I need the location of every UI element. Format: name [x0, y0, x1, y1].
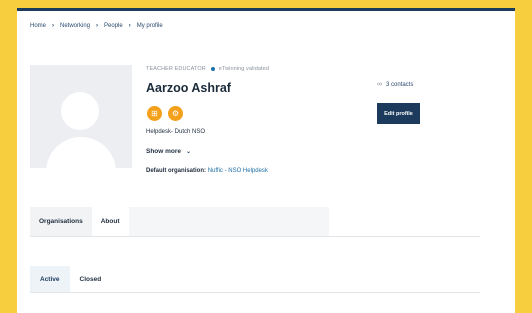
breadcrumb: Home › Networking › People › My profile: [30, 23, 163, 29]
breadcrumb-people[interactable]: People: [104, 23, 123, 29]
profile-page: Home › Networking › People › My profile …: [17, 8, 515, 313]
default-organisation: Default organisation: Nuffic - NSO Helpd…: [146, 168, 268, 174]
tab-closed[interactable]: Closed: [70, 266, 112, 292]
chevron-down-icon: ⌄: [186, 149, 192, 155]
badges: ⊞ ⚙: [147, 106, 189, 121]
book-icon[interactable]: ⊞: [147, 106, 162, 121]
show-more-label: Show more: [146, 148, 182, 155]
tab-about[interactable]: About: [91, 207, 129, 236]
avatar: [30, 65, 132, 168]
default-org-label: Default organisation:: [146, 168, 207, 174]
gear-icon[interactable]: ⚙: [168, 106, 183, 121]
role-label: TEACHER EDUCATOR: [146, 66, 206, 72]
contacts-link[interactable]: ∞ 3 contacts: [377, 81, 413, 88]
role-line: TEACHER EDUCATOR eTwinning validated: [146, 66, 269, 72]
contacts-icon: ∞: [377, 81, 382, 88]
profile-name: Aarzoo Ashraf: [146, 81, 231, 95]
tabs-spacer: [128, 207, 329, 236]
default-org-link[interactable]: Nuffic - NSO Helpdesk: [208, 168, 268, 174]
breadcrumb-current: My profile: [136, 23, 163, 29]
validated-dot-icon: [210, 67, 215, 71]
chevron-right-icon: ›: [128, 23, 131, 29]
validated-label: eTwinning validated: [218, 66, 269, 72]
secondary-tabs: Active Closed: [30, 266, 480, 293]
tab-organisations[interactable]: Organisations: [30, 207, 92, 236]
primary-tabs: Organisations About: [30, 207, 480, 237]
show-more-button[interactable]: Show more ⌄: [146, 148, 191, 155]
tab-active[interactable]: Active: [30, 266, 70, 292]
avatar-head: [61, 92, 99, 130]
chevron-right-icon: ›: [96, 23, 99, 29]
avatar-body: [46, 137, 116, 168]
contacts-label: 3 contacts: [386, 81, 414, 88]
edit-profile-button[interactable]: Edit profile: [377, 103, 420, 124]
breadcrumb-networking[interactable]: Networking: [60, 23, 90, 29]
chevron-right-icon: ›: [52, 23, 55, 29]
breadcrumb-home[interactable]: Home: [30, 23, 46, 29]
organisation-text: Helpdesk- Dutch NSO: [146, 129, 206, 135]
